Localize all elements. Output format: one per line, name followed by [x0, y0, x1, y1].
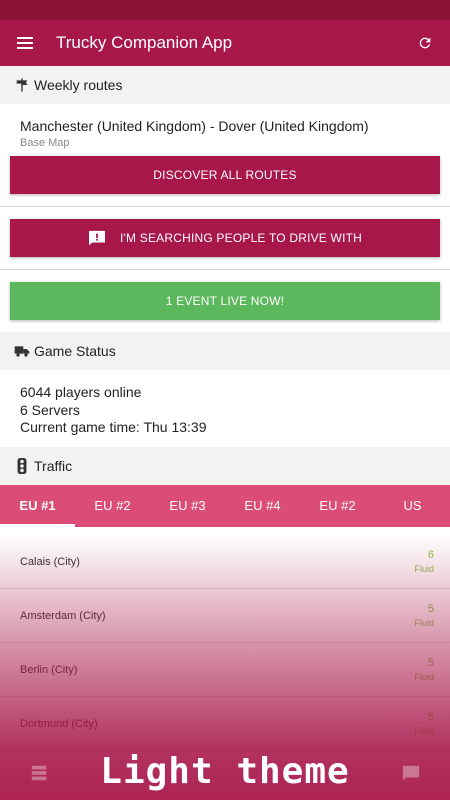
traffic-row[interactable]: Amsterdam (City) 5 Fluid: [0, 589, 450, 643]
traffic-city: Amsterdam (City): [20, 609, 106, 622]
traffic-row[interactable]: Berlin (City) 5 Fluid: [0, 643, 450, 697]
discover-all-routes-button[interactable]: DISCOVER ALL ROUTES: [10, 156, 440, 194]
traffic-city: Dortmund (City): [20, 717, 98, 730]
truck-icon: [14, 343, 30, 359]
game-status-header: Game Status: [0, 332, 450, 370]
tab-us[interactable]: US: [375, 485, 450, 527]
traffic-light-icon: [14, 457, 30, 474]
traffic-state: Fluid: [414, 564, 434, 574]
traffic-row[interactable]: Calais (City) 6 Fluid: [0, 535, 450, 589]
route-map: Base Map: [20, 137, 70, 149]
weekly-routes-header: Weekly routes: [0, 66, 450, 104]
app-bar: Trucky Companion App: [0, 20, 450, 66]
refresh-icon[interactable]: [400, 20, 450, 66]
theme-banner: Light theme: [100, 751, 350, 792]
tab-eu4[interactable]: EU #4: [225, 485, 300, 527]
tab-eu2[interactable]: EU #2: [75, 485, 150, 527]
traffic-row[interactable]: Dortmund (City) 5 Fluid: [0, 697, 450, 751]
event-live-label: 1 EVENT LIVE NOW!: [165, 294, 285, 308]
app-title: Trucky Companion App: [56, 33, 233, 52]
traffic-city: Berlin (City): [20, 663, 78, 676]
traffic-state: Fluid: [414, 726, 434, 736]
traffic-value: 5: [427, 603, 434, 615]
weekly-route: Manchester (United Kingdom) - Dover (Uni…: [0, 104, 450, 149]
traffic-state: Fluid: [414, 618, 434, 628]
menu-icon[interactable]: [0, 20, 52, 66]
server-tabs: EU #1 EU #2 EU #3 EU #4 EU #2 US: [0, 484, 450, 527]
traffic-value: 5: [427, 657, 434, 669]
route-name: Manchester (United Kingdom) - Dover (Uni…: [20, 118, 369, 134]
searching-people-button[interactable]: I'M SEARCHING PEOPLE TO DRIVE WITH: [10, 219, 440, 257]
event-live-button[interactable]: 1 EVENT LIVE NOW!: [10, 282, 440, 320]
traffic-city: Calais (City): [20, 555, 80, 568]
status-bar: [0, 0, 450, 20]
searching-people-label: I'M SEARCHING PEOPLE TO DRIVE WITH: [119, 231, 363, 245]
traffic-state: Fluid: [414, 672, 434, 682]
discover-all-routes-label: DISCOVER ALL ROUTES: [153, 168, 297, 182]
game-status-info: 6044 players online 6 Servers Current ga…: [0, 370, 450, 447]
tab-eu1[interactable]: EU #1: [0, 485, 75, 527]
traffic-list: Calais (City) 6 Fluid Amsterdam (City) 5 F…: [0, 535, 450, 800]
signpost-icon: [14, 77, 30, 93]
players-online: 6044 players online: [20, 384, 142, 400]
traffic-title: Traffic: [34, 457, 73, 474]
traffic-value: 6: [427, 549, 434, 561]
traffic-value: 5: [427, 711, 434, 723]
game-status-title: Game Status: [34, 343, 116, 359]
game-time: Current game time: Thu 13:39: [20, 419, 207, 435]
traffic-header: Traffic: [0, 446, 450, 485]
chat-alert-icon: [88, 230, 106, 246]
tab-eu2-promods[interactable]: EU #2: [300, 485, 375, 527]
weekly-routes-title: Weekly routes: [34, 77, 123, 93]
tab-eu3[interactable]: EU #3: [150, 485, 225, 527]
servers-count: 6 Servers: [20, 401, 80, 418]
